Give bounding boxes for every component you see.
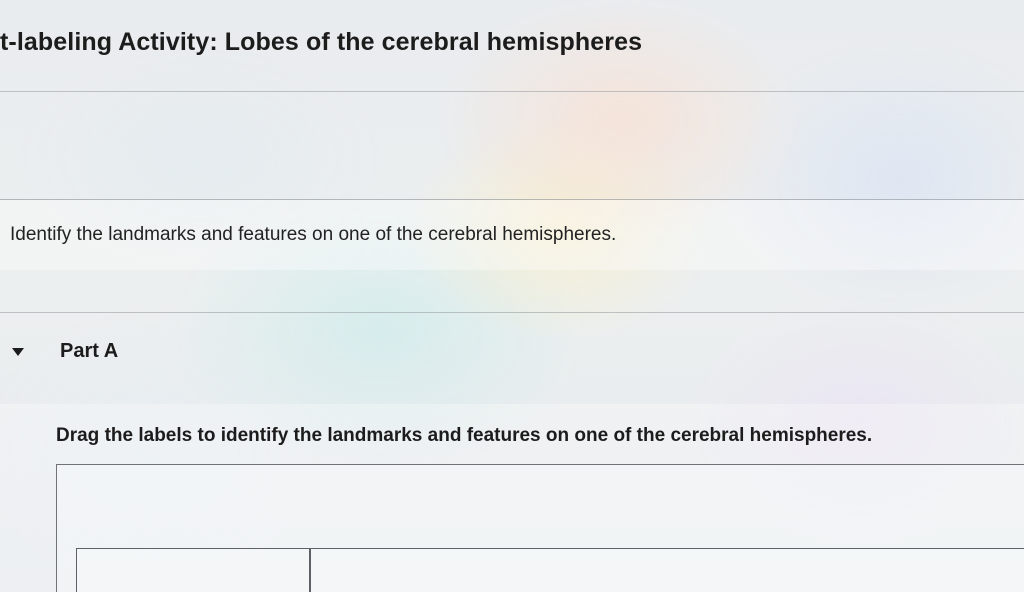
label-bank-slot[interactable] <box>310 548 1024 592</box>
label-bank-slot[interactable] <box>76 548 310 592</box>
divider-part <box>0 312 1024 313</box>
caret-down-icon[interactable] <box>12 348 24 356</box>
intro-text: Identify the landmarks and features on o… <box>10 224 617 245</box>
part-a-instruction: Drag the labels to identify the landmark… <box>56 425 873 446</box>
part-a-toggle[interactable]: Part A <box>0 336 400 370</box>
activity-title: t-labeling Activity: Lobes of the cerebr… <box>0 28 643 56</box>
divider-top <box>0 91 1024 92</box>
part-a-label[interactable]: Part A <box>60 340 118 363</box>
